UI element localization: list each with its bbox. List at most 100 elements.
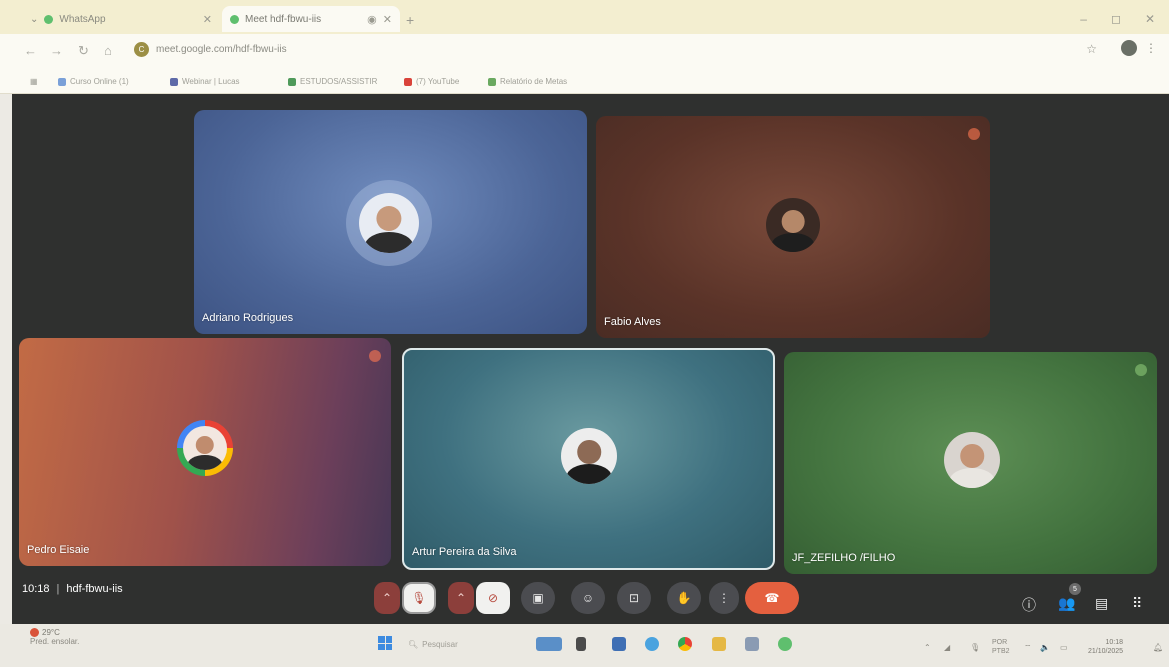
hangup-icon: ☎	[764, 591, 780, 605]
search-placeholder: Pesquisar	[422, 639, 458, 649]
reload-icon[interactable]: ↻	[78, 43, 89, 59]
app-icon[interactable]	[745, 637, 759, 651]
participant-tile-pedro[interactable]: Pedro Eisaie	[19, 338, 391, 566]
mic-off-icon: 🎙	[411, 591, 427, 605]
present-button[interactable]: ▣	[521, 582, 555, 614]
present-screen-icon: ▣	[532, 591, 544, 605]
youtube-icon	[404, 77, 412, 86]
recording-icon: ◉	[367, 13, 377, 26]
file-explorer-icon[interactable]	[712, 637, 726, 651]
whatsapp-icon[interactable]	[778, 637, 792, 651]
mic-toggle-button[interactable]: 🎙	[402, 582, 436, 614]
weather-temp: 29°C	[42, 628, 60, 637]
leave-call-button[interactable]: ☎	[745, 582, 799, 614]
task-view-icon[interactable]	[576, 637, 586, 651]
meet-stage: Adriano Rodrigues Fabio Alves Pedro Eisa…	[12, 94, 1169, 624]
mic-on-icon	[1135, 364, 1147, 376]
captions-button[interactable]: ⊡	[617, 582, 651, 614]
people-icon[interactable]: 👥	[1058, 595, 1075, 612]
raise-hand-button[interactable]: ✋	[667, 582, 701, 614]
close-icon[interactable]: ✕	[203, 13, 212, 26]
battery-icon[interactable]: ▭	[1060, 643, 1068, 652]
avatar[interactable]	[1121, 40, 1137, 56]
more-options-button[interactable]: ⋮	[709, 582, 739, 614]
weather-icon	[30, 628, 39, 637]
windows-start-icon[interactable]	[378, 636, 392, 650]
bookmarks-bar: ▦ Curso Online (1) Webinar | Lucas ESTUD…	[0, 66, 1169, 94]
participant-name: Artur Pereira da Silva	[412, 546, 517, 558]
chevron-down-icon[interactable]: ⌄	[30, 14, 38, 25]
chevron-up-icon[interactable]: ⌃	[924, 643, 931, 652]
avatar	[359, 193, 419, 253]
apps-icon[interactable]: ▦	[30, 77, 38, 86]
new-tab-button[interactable]: +	[406, 12, 414, 28]
window-controls: – ◻ ✕	[1080, 12, 1155, 26]
camera-toggle-button[interactable]: ⊘	[476, 582, 510, 614]
mic-off-icon	[369, 350, 381, 362]
chat-icon[interactable]: ▤	[1095, 595, 1108, 612]
site-info-icon[interactable]: C	[134, 42, 149, 57]
meeting-info: 10:18 | hdf-fbwu-iis	[22, 583, 123, 595]
tab-title: Meet hdf-fbwu-iis	[245, 13, 322, 25]
tab-title: WhatsApp	[59, 13, 106, 25]
bookmark-item[interactable]: Curso Online (1)	[58, 77, 129, 86]
avatar	[177, 420, 233, 476]
bookmark-item[interactable]: Webinar | Lucas	[170, 77, 240, 86]
emoji-icon: ☺	[581, 591, 595, 605]
audio-options-button[interactable]: ⌃	[374, 582, 400, 614]
activities-icon[interactable]: ⠿	[1132, 595, 1142, 612]
participant-tile-adriano[interactable]: Adriano Rodrigues	[194, 110, 587, 334]
bookmark-item[interactable]: Relatório de Metas	[488, 77, 567, 86]
bookmark-item[interactable]: ESTUDOS/ASSISTIR	[288, 77, 377, 86]
search-icon: 🔍︎	[408, 639, 419, 649]
avatar	[944, 432, 1000, 488]
url-input[interactable]: meet.google.com/hdf-fbwu-iis	[156, 44, 287, 55]
tab-whatsapp[interactable]: ⌄ WhatsApp ✕	[22, 6, 220, 32]
participant-tile-jf[interactable]: JF_ZEFILHO /FILHO	[784, 352, 1157, 574]
notification-bell-icon[interactable]: 🔔︎	[1153, 643, 1163, 652]
bookmark-icon	[170, 77, 178, 86]
forward-icon[interactable]: →	[50, 43, 63, 58]
chrome-icon[interactable]	[678, 637, 692, 651]
tab-strip: ⌄ WhatsApp ✕ Meet hdf-fbwu-iis ◉ ✕ + – ◻…	[0, 0, 1169, 34]
people-count-badge: 5	[1069, 583, 1081, 595]
weather-widget[interactable]: 29°C Pred. ensolar.	[30, 628, 79, 646]
whatsapp-icon	[44, 14, 54, 24]
participant-tile-fabio[interactable]: Fabio Alves	[596, 116, 990, 338]
captions-icon: ⊡	[628, 591, 640, 605]
minimize-button[interactable]: –	[1080, 12, 1087, 26]
star-icon[interactable]: ☆	[1086, 42, 1097, 56]
participant-name: Pedro Eisaie	[27, 544, 90, 556]
avatar	[766, 198, 820, 252]
language-indicator[interactable]: POR PTB2	[992, 638, 1010, 656]
close-icon[interactable]: ✕	[383, 13, 392, 26]
bookmark-icon	[58, 77, 66, 86]
mic-icon: 🎙	[970, 643, 981, 652]
network-icon: ◢	[944, 643, 951, 652]
maximize-button[interactable]: ◻	[1111, 12, 1121, 26]
participant-name: JF_ZEFILHO /FILHO	[792, 552, 896, 564]
tab-meet[interactable]: Meet hdf-fbwu-iis ◉ ✕	[222, 6, 400, 32]
menu-icon[interactable]: ⋮	[1145, 41, 1157, 55]
bookmark-item[interactable]: (7) YouTube	[404, 77, 459, 86]
wifi-icon[interactable]: ⌔	[1024, 643, 1032, 653]
taskbar-clock[interactable]: 10:18 21/10/2025	[1088, 638, 1123, 656]
weather-desc: Pred. ensolar.	[30, 637, 80, 646]
info-icon[interactable]: ⓘ	[1022, 595, 1036, 615]
bookmark-icon	[488, 77, 496, 86]
back-icon[interactable]: ←	[24, 43, 37, 58]
meeting-time: 10:18	[22, 583, 50, 595]
reactions-button[interactable]: ☺	[571, 582, 605, 614]
taskbar-search-input[interactable]: 🔍︎ Pesquisar	[408, 636, 524, 652]
video-options-button[interactable]: ⌃	[448, 582, 474, 614]
app-icon[interactable]	[612, 637, 626, 651]
meet-icon	[230, 14, 239, 24]
home-icon[interactable]: ⌂	[104, 43, 112, 58]
participant-tile-artur[interactable]: Artur Pereira da Silva	[402, 348, 775, 570]
participant-name: Fabio Alves	[604, 316, 661, 328]
bookmark-icon	[288, 77, 296, 86]
edge-icon[interactable]	[645, 637, 659, 651]
close-window-button[interactable]: ✕	[1145, 12, 1155, 26]
widgets-icon[interactable]	[536, 637, 562, 651]
volume-icon[interactable]: 🔈	[1040, 643, 1050, 652]
